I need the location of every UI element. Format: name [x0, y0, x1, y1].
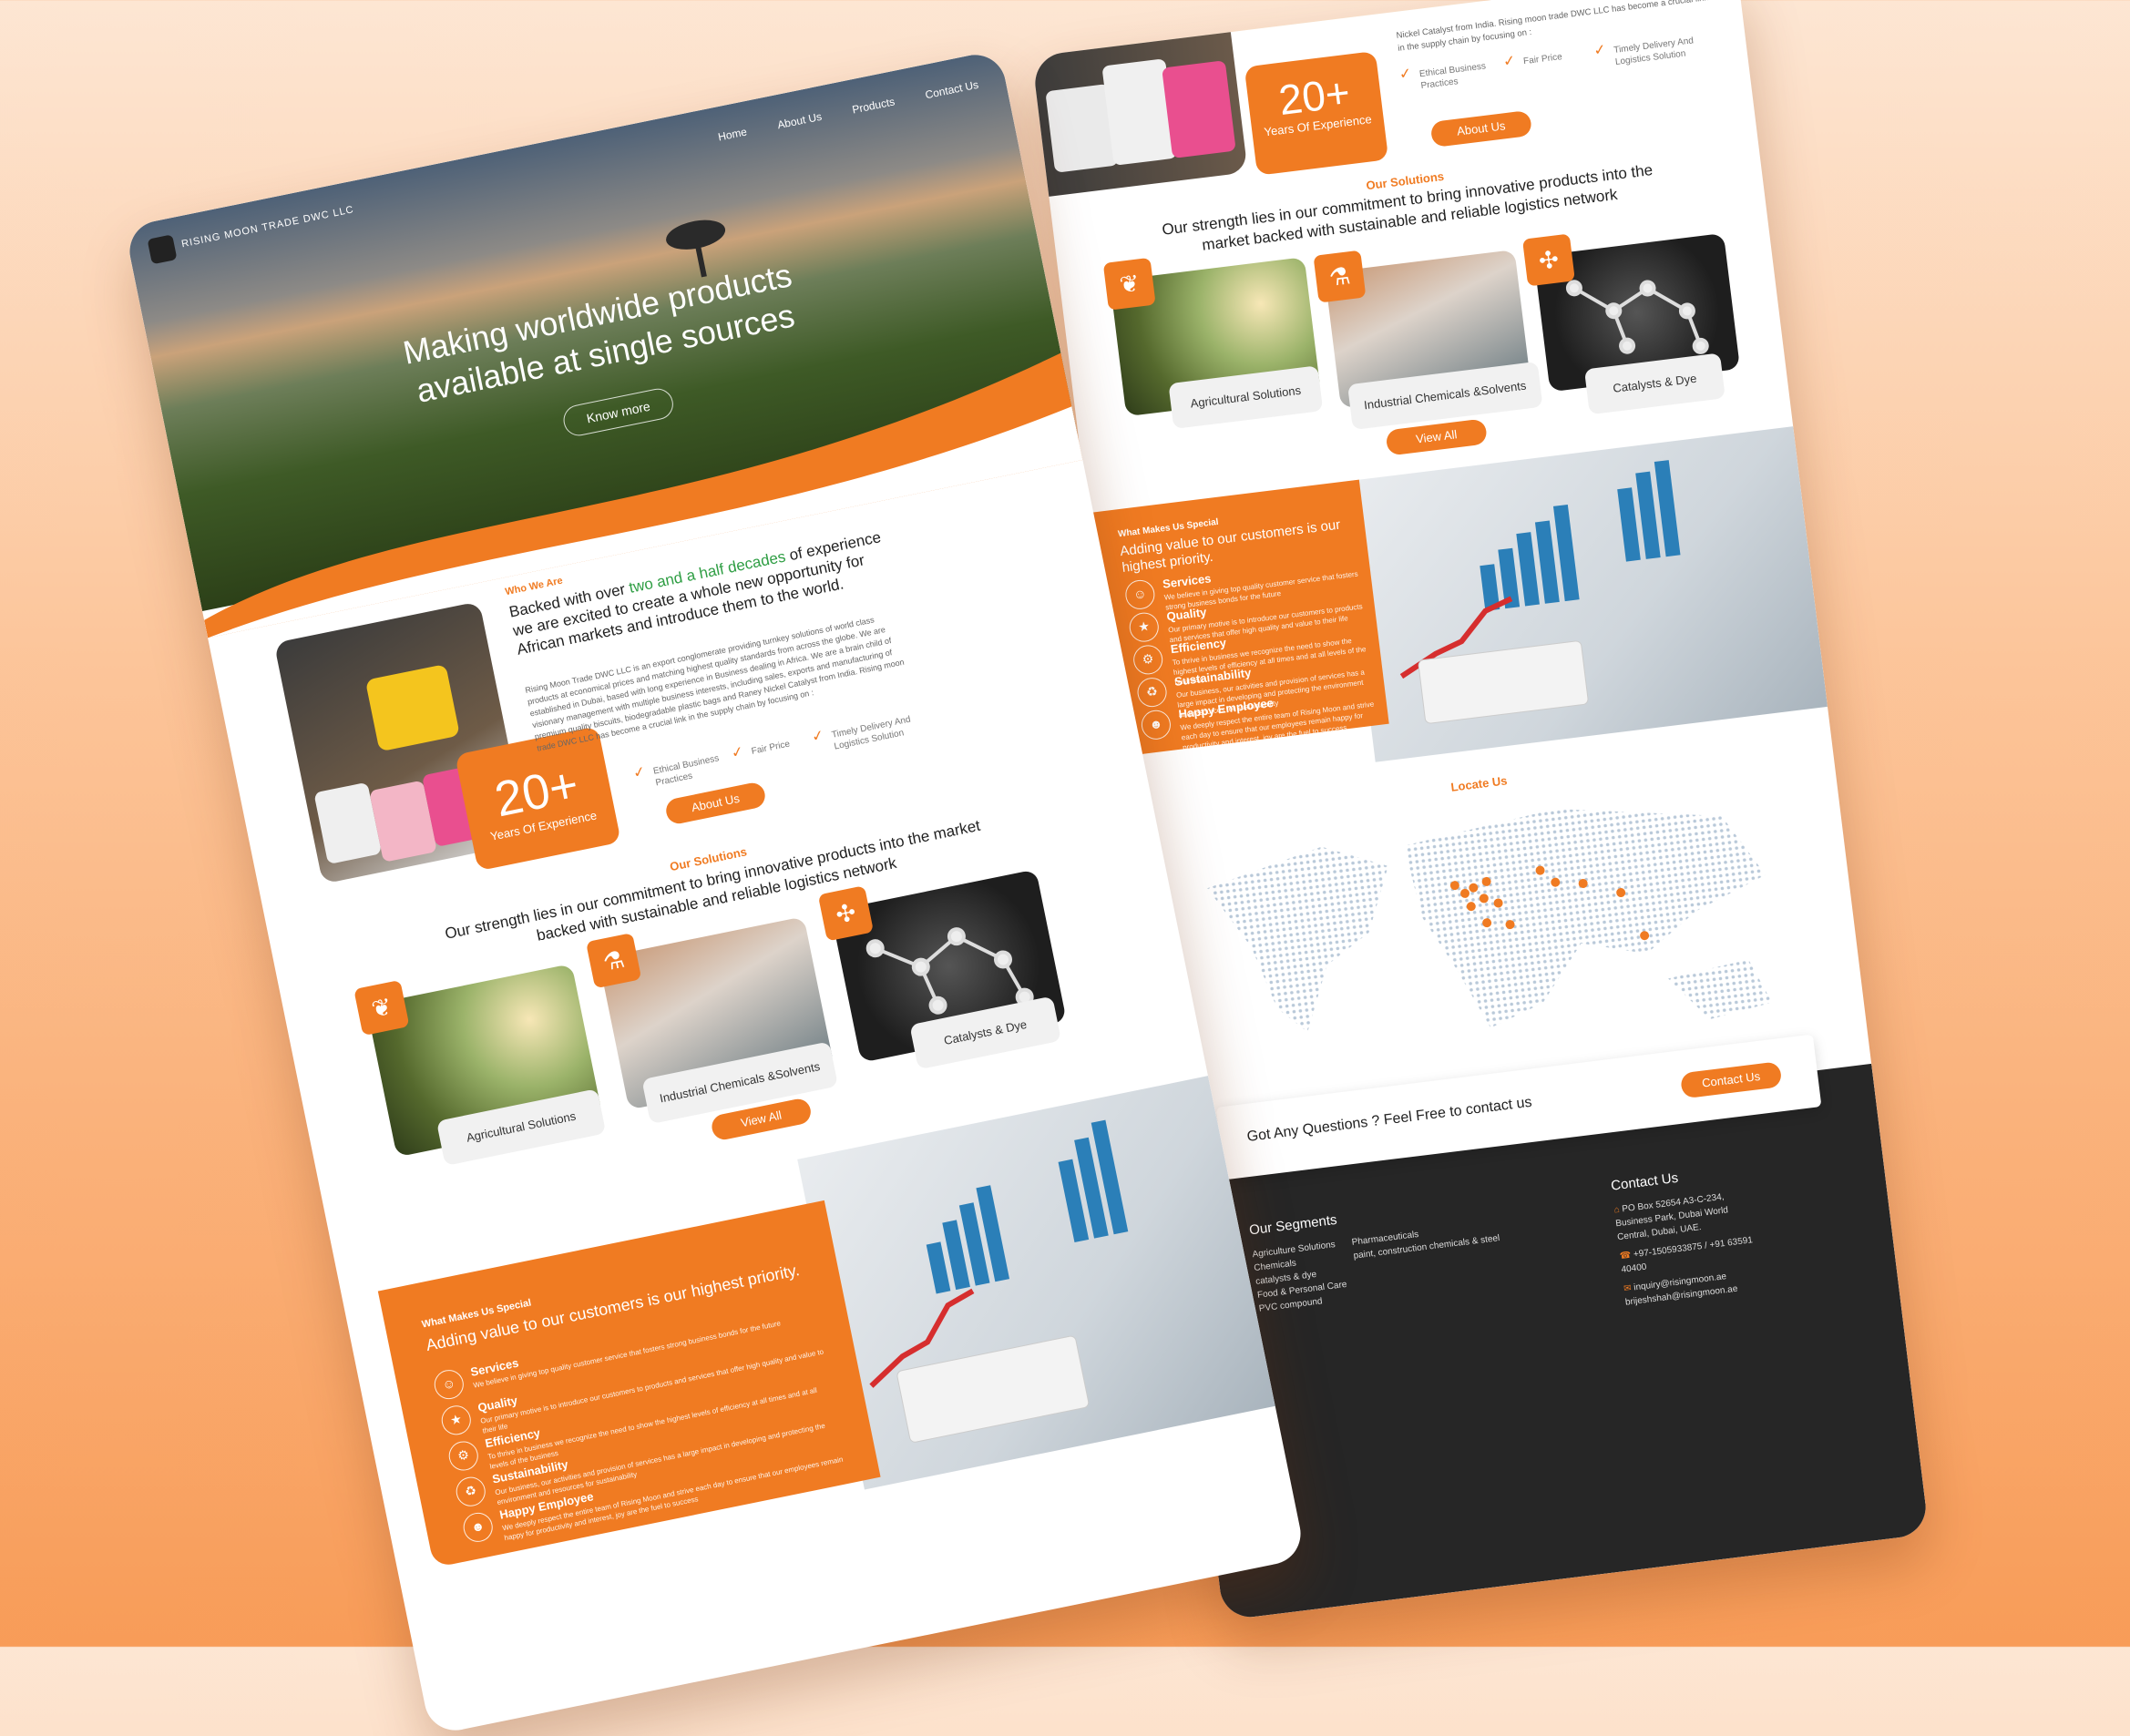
contact-details: ⌂ PO Box 52654 A3-C-234, Business Park, … [1613, 1186, 1771, 1310]
yellow-bucket [364, 663, 460, 752]
check-fair-price: ✓ Fair Price [1502, 52, 1563, 70]
office-desk-photo [1340, 426, 1828, 762]
quality-icon: ★ [1127, 610, 1161, 644]
check-fair-price: ✓ Fair Price [730, 739, 792, 762]
check-icon: ✓ [1398, 66, 1413, 83]
check-ethical: ✓ Ethical Business Practices [631, 753, 721, 789]
nav-products[interactable]: Products [851, 95, 896, 116]
check-delivery: ✓ Timely Delivery And Logistics Solution [810, 714, 912, 752]
network-icon: ✣ [817, 885, 875, 942]
segments-title: Our Segments [1248, 1211, 1338, 1239]
check-icon: ✓ [730, 743, 745, 762]
efficiency-icon: ⚙ [445, 1438, 481, 1474]
chart-illustration [1399, 460, 1681, 724]
experience-badge: 20+ Years Of Experience [1244, 50, 1389, 176]
flask-icon: ⚗ [585, 933, 642, 989]
brand-logo [147, 234, 178, 265]
cta-text: Got Any Questions ? Feel Free to contact… [1245, 1094, 1533, 1145]
check-icon: ✓ [1502, 53, 1517, 70]
main-nav: Home About Us Products Contact Us [690, 77, 980, 151]
nav-about[interactable]: About Us [776, 110, 823, 132]
nav-contact[interactable]: Contact Us [924, 78, 979, 102]
check-delivery: ✓ Timely Delivery And Logistics Solution [1592, 36, 1695, 67]
segments-col1: Agriculture Solutions Chemicals catalyst… [1252, 1237, 1349, 1316]
check-icon: ✓ [631, 763, 648, 782]
hero-section: RISING MOON TRADE DWC LLC Home About Us … [124, 49, 1083, 638]
plant-icon: ❦ [353, 979, 410, 1036]
contact-title: Contact Us [1610, 1169, 1680, 1194]
sustainability-icon: ♻ [1135, 676, 1169, 709]
brand-name[interactable]: RISING MOON TRADE DWC LLC [180, 204, 354, 250]
team-icon: ☻ [1140, 708, 1173, 741]
plant-icon: ❦ [1102, 257, 1156, 311]
about-us-button[interactable]: About Us [1429, 109, 1533, 148]
phone-icon: ☎ [1619, 1250, 1632, 1262]
segments-col2: Pharmaceuticals paint, construction chem… [1351, 1218, 1500, 1262]
tree-canopy [663, 215, 728, 255]
network-icon: ✣ [1521, 233, 1575, 287]
paint-buckets-photo [1031, 14, 1248, 199]
contact-us-button[interactable]: Contact Us [1679, 1061, 1783, 1099]
about-us-button[interactable]: About Us [663, 781, 768, 826]
check-ethical: ✓ Ethical Business Practices [1398, 61, 1487, 92]
team-icon: ☻ [460, 1510, 496, 1545]
location-icon: ⌂ [1613, 1204, 1621, 1216]
check-icon: ✓ [1592, 42, 1607, 59]
special-section: What Makes Us Special Adding value to ou… [377, 1200, 881, 1568]
check-icon: ✓ [810, 727, 826, 746]
efficiency-icon: ⚙ [1132, 643, 1164, 677]
quality-icon: ★ [438, 1403, 474, 1438]
mail-icon: ✉ [1623, 1282, 1633, 1294]
nav-home[interactable]: Home [717, 125, 748, 143]
services-icon: ☺ [431, 1367, 466, 1402]
flask-icon: ⚗ [1313, 250, 1367, 303]
sustainability-icon: ♻ [453, 1474, 488, 1509]
services-icon: ☺ [1123, 578, 1157, 611]
